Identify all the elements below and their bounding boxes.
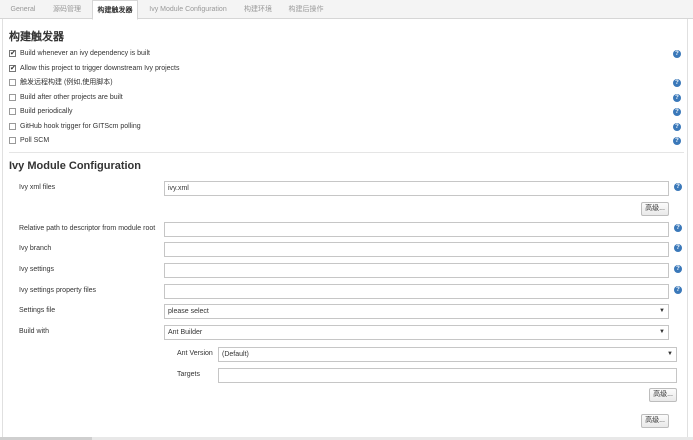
build-with-label: Build with [19,328,49,335]
ivy-settings-input[interactable] [164,263,669,278]
relative-path-label: Relative path to descriptor from module … [19,225,156,232]
help-icon[interactable]: ? [673,94,681,102]
trigger-label: GitHub hook trigger for GITScm polling [20,123,141,130]
help-icon[interactable]: ? [673,50,681,58]
section-divider [9,152,684,153]
tab-build-environment[interactable]: 构建环境 [238,0,278,19]
trigger-ivy-dependency: ✔ Build whenever an ivy dependency is bu… [9,48,685,60]
chevron-down-icon: ▼ [659,329,665,335]
checkbox-build-periodically[interactable] [9,108,16,115]
trigger-downstream-ivy: ✔ Allow this project to trigger downstre… [9,63,685,75]
help-icon[interactable]: ? [674,244,682,252]
help-icon[interactable]: ? [673,123,681,131]
trigger-build-periodically: Build periodically ? [9,106,685,118]
help-icon[interactable]: ? [674,183,682,191]
trigger-after-other-projects: Build after other projects are built ? [9,92,685,104]
help-icon[interactable]: ? [674,224,682,232]
ant-version-label: Ant Version [177,350,213,357]
settings-file-value: please select [168,308,209,315]
section-title-ivy-module-configuration: Ivy Module Configuration [9,160,141,172]
checkbox-after-other-projects[interactable] [9,94,16,101]
tab-build-triggers[interactable]: 构建触发器 [92,0,138,20]
checkbox-poll-scm[interactable] [9,137,16,144]
help-icon[interactable]: ? [674,265,682,273]
trigger-label: 触发远程构建 (例如,使用脚本) [20,79,113,86]
trigger-label: Build after other projects are built [20,94,123,101]
settings-file-select[interactable]: please select ▼ [164,304,669,319]
trigger-label: Build whenever an ivy dependency is buil… [20,50,150,57]
tab-general[interactable]: General [6,0,40,19]
trigger-poll-scm: Poll SCM ? [9,135,685,147]
ant-version-select[interactable]: (Default) ▼ [218,347,677,362]
ivy-branch-label: Ivy branch [19,245,52,252]
build-with-select[interactable]: Ant Builder ▼ [164,325,669,340]
targets-input[interactable] [218,368,677,383]
checkbox-remote-build[interactable] [9,79,16,86]
trigger-github-hook: GitHub hook trigger for GITScm polling ? [9,121,685,133]
chevron-down-icon: ▼ [667,351,673,357]
chevron-down-icon: ▼ [659,308,665,314]
ivy-xml-files-input[interactable]: ivy.xml [164,181,669,196]
tab-bar: General 源码管理 构建触发器 Ivy Module Configurat… [0,0,693,20]
ant-version-value: (Default) [222,351,249,358]
trigger-label: Build periodically [20,108,73,115]
build-with-value: Ant Builder [168,329,203,336]
tab-ivy-module-configuration[interactable]: Ivy Module Configuration [144,0,232,19]
ivy-branch-input[interactable] [164,242,669,257]
advanced-button[interactable]: 高级... [649,388,677,402]
help-icon[interactable]: ? [674,286,682,294]
help-icon[interactable]: ? [673,108,681,116]
advanced-button[interactable]: 高级... [641,414,669,428]
trigger-label: Poll SCM [20,137,50,144]
targets-label: Targets [177,371,200,378]
advanced-button[interactable]: 高级... [641,202,669,216]
help-icon[interactable]: ? [673,137,681,145]
section-title-build-triggers: 构建触发器 [9,31,64,43]
tab-post-build-actions[interactable]: 构建后操作 [284,0,328,19]
help-icon[interactable]: ? [673,79,681,87]
checkbox-ivy-dependency[interactable]: ✔ [9,50,16,57]
ivy-settings-label: Ivy settings [19,266,55,273]
ivy-settings-property-files-label: Ivy settings property files [19,287,97,294]
settings-file-label: Settings file [19,307,56,314]
trigger-label: Allow this project to trigger downstream… [20,65,180,72]
relative-path-input[interactable] [164,222,669,237]
checkbox-github-hook[interactable] [9,123,16,130]
ivy-settings-property-files-input[interactable] [164,284,669,299]
checkbox-downstream-ivy[interactable]: ✔ [9,65,16,72]
trigger-remote-build: 触发远程构建 (例如,使用脚本) ? [9,77,685,89]
tab-source-management[interactable]: 源码管理 [46,0,88,19]
ivy-xml-files-label: Ivy xml files [19,184,56,191]
